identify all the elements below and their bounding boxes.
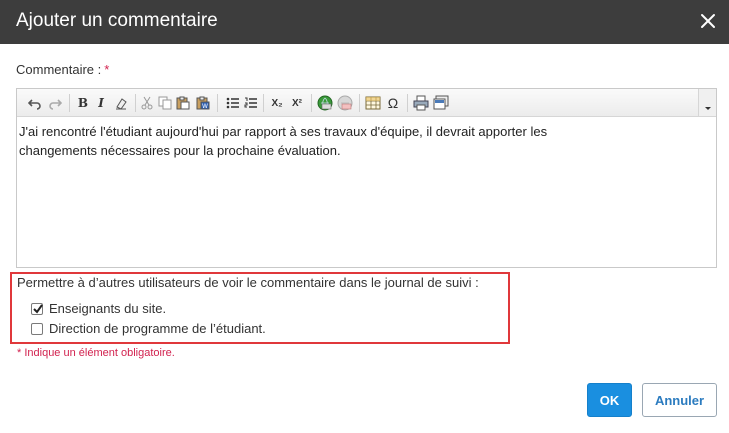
comment-text-line: changements nécessaires pour la prochain… [19,143,341,158]
dialog-titlebar: Ajouter un commentaire [0,0,729,44]
link-icon[interactable] [317,95,333,111]
toolbar-separator [135,94,136,112]
bulleted-list-icon[interactable] [225,95,241,111]
close-icon[interactable] [697,10,719,32]
redo-icon[interactable] [47,95,63,111]
preview-icon[interactable] [433,95,449,111]
italic-icon[interactable]: I [93,95,109,111]
undo-icon[interactable] [27,95,43,111]
collapse-icon[interactable] [698,89,716,116]
comment-text-line: J'ai rencontré l'étudiant aujourd'hui pa… [19,124,548,139]
special-char-icon[interactable]: Ω [385,95,401,111]
program-direction-checkbox[interactable] [31,322,43,335]
comment-label: Commentaire : * [16,62,109,77]
table-icon[interactable] [365,95,381,111]
unlink-icon[interactable] [337,95,353,111]
permissions-prompt: Permettre à d’autres utilisateurs de voi… [17,275,479,290]
paste-icon[interactable] [175,95,191,111]
cancel-button[interactable]: Annuler [642,383,717,417]
paste-word-icon[interactable]: W [195,95,211,111]
toolbar-separator [217,94,218,112]
editor-toolbar: B I W X₂ X² Ω [17,89,716,117]
toolbar-separator [69,94,70,112]
ok-button[interactable]: OK [587,383,632,417]
numbered-list-icon[interactable] [243,95,259,111]
rich-text-editor: B I W X₂ X² Ω J'ai rencontré l'étudiant … [16,88,717,268]
teachers-checkbox-label: Enseignants du site. [49,301,167,316]
toolbar-separator [359,94,360,112]
program-direction-checkbox-label: Direction de programme de l’étudiant. [49,321,266,336]
required-marker: * [104,62,110,77]
required-note: * Indique un élément obligatoire. [17,347,175,359]
teachers-checkbox[interactable] [31,302,43,315]
remove-format-icon[interactable] [113,95,129,111]
print-icon[interactable] [413,95,429,111]
comment-label-text: Commentaire : [16,62,102,77]
subscript-icon[interactable]: X₂ [269,95,285,111]
svg-text:W: W [202,103,208,110]
bold-icon[interactable]: B [75,95,91,111]
toolbar-separator [263,94,264,112]
superscript-icon[interactable]: X² [289,95,305,111]
toolbar-separator [311,94,312,112]
option-teachers[interactable]: Enseignants du site. [31,301,166,316]
dialog-title: Ajouter un commentaire [16,10,218,31]
cut-icon[interactable] [139,95,155,111]
toolbar-separator [407,94,408,112]
copy-icon[interactable] [157,95,173,111]
comment-textarea[interactable]: J'ai rencontré l'étudiant aujourd'hui pa… [17,118,716,267]
option-program-direction[interactable]: Direction de programme de l’étudiant. [31,321,266,336]
